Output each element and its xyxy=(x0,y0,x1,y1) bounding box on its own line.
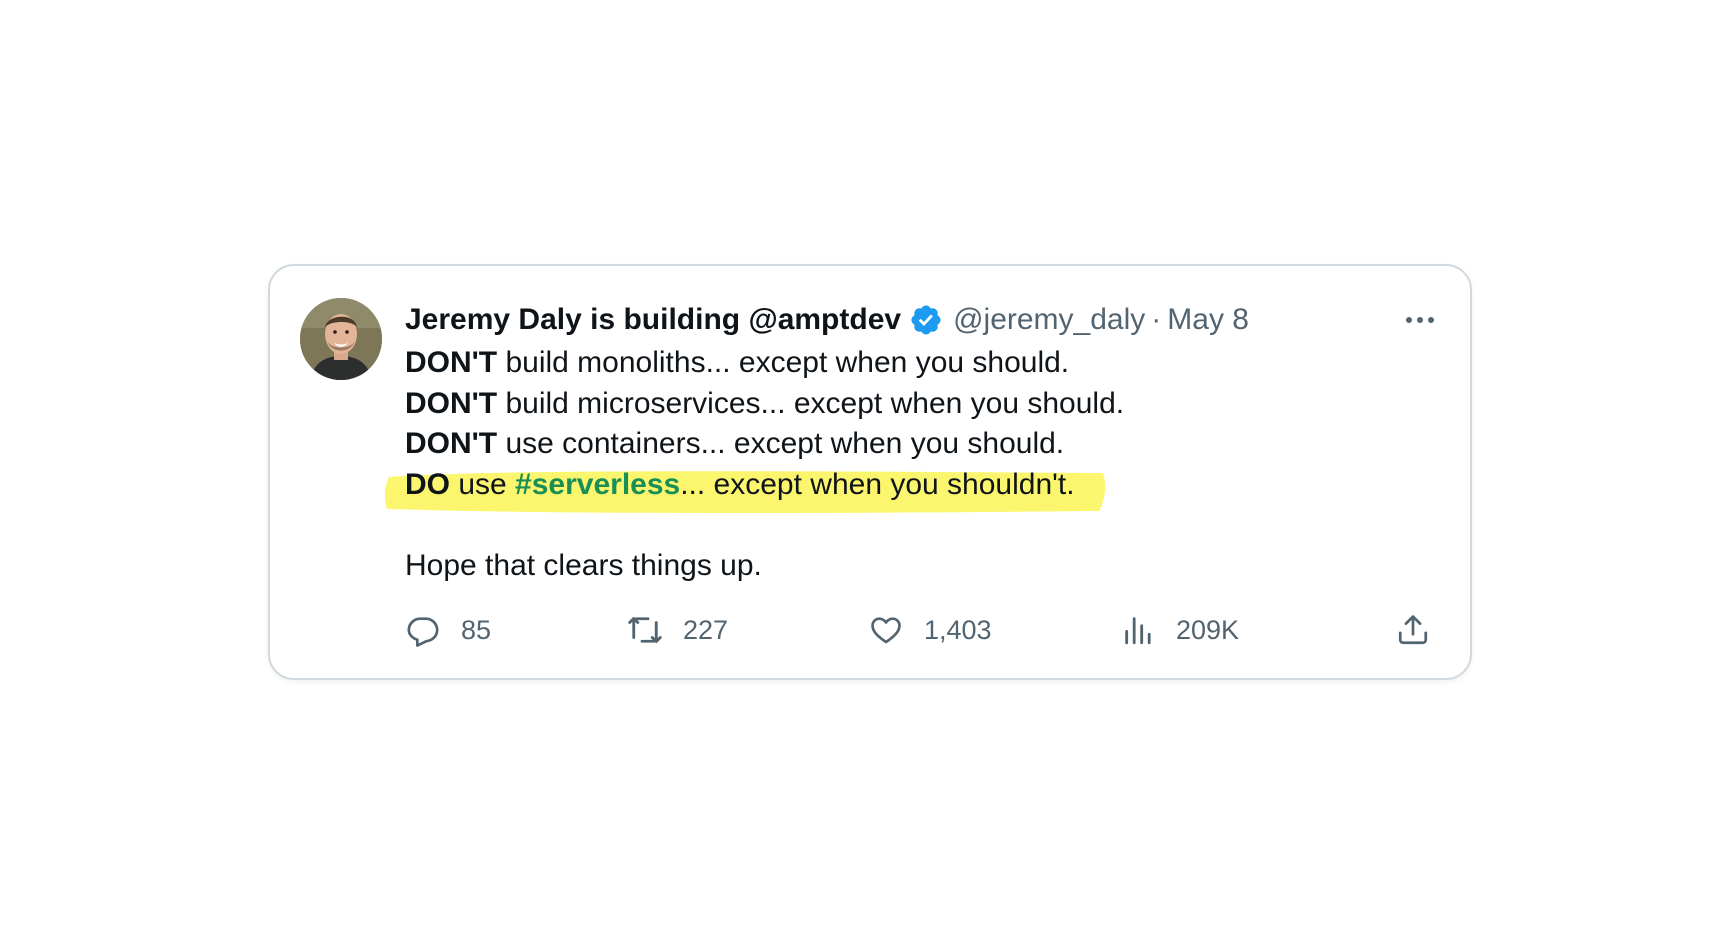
tweet-line: DON'T build microservices... except when… xyxy=(405,384,1445,425)
tweet-line: DON'T use containers... except when you … xyxy=(405,424,1445,465)
verified-badge-icon xyxy=(909,303,943,337)
closing-text: Hope that clears things up. xyxy=(405,548,762,582)
separator-dot: · xyxy=(1151,303,1162,336)
emphasis-text: DON'T xyxy=(405,386,498,420)
more-icon[interactable] xyxy=(1400,306,1440,334)
line-text: use containers... except when you should… xyxy=(497,427,1065,460)
avatar[interactable] xyxy=(300,298,382,380)
line-text: ... except when you shouldn't. xyxy=(680,467,1075,501)
share-button[interactable] xyxy=(1395,610,1431,650)
like-button[interactable]: 1,403 xyxy=(868,610,992,650)
line-text: build microservices... except when you s… xyxy=(497,386,1125,420)
emphasis-text: DO xyxy=(405,467,450,501)
reply-icon xyxy=(405,612,441,648)
tweet-line: Hope that clears things up. xyxy=(405,546,1445,587)
handle[interactable]: @jeremy_daly xyxy=(953,303,1145,337)
heart-icon xyxy=(868,612,904,648)
display-name[interactable]: Jeremy Daly is building @amptdev xyxy=(405,303,901,337)
tweet-text: DON'T build monoliths... except when you… xyxy=(384,343,1445,587)
retweet-button[interactable]: 227 xyxy=(627,610,728,650)
tweet-header: Jeremy Daly is building @amptdev @jeremy… xyxy=(405,300,1249,340)
tweet-date[interactable]: May 8 xyxy=(1167,303,1249,337)
views-count: 209K xyxy=(1176,614,1240,645)
share-icon xyxy=(1395,612,1431,648)
reply-button[interactable]: 85 xyxy=(405,610,491,650)
reply-count: 85 xyxy=(461,614,492,645)
line-text: use xyxy=(450,467,516,501)
line-text: build monoliths... except when you shoul… xyxy=(497,346,1070,379)
like-count: 1,403 xyxy=(924,614,992,645)
tweet-line: DON'T build monoliths... except when you… xyxy=(405,343,1445,384)
emphasis-text: DON'T xyxy=(405,346,498,379)
retweet-count: 227 xyxy=(683,614,729,645)
highlighted-line: DO use #serverless... except when you sh… xyxy=(384,465,1445,513)
emphasis-text: DON'T xyxy=(405,427,498,460)
views-button[interactable]: 209K xyxy=(1120,610,1239,650)
views-icon xyxy=(1120,612,1156,648)
hashtag-link[interactable]: #serverless xyxy=(515,468,680,501)
tweet-actions: 85 227 1,403 209K xyxy=(405,610,1445,650)
retweet-icon xyxy=(627,612,663,648)
